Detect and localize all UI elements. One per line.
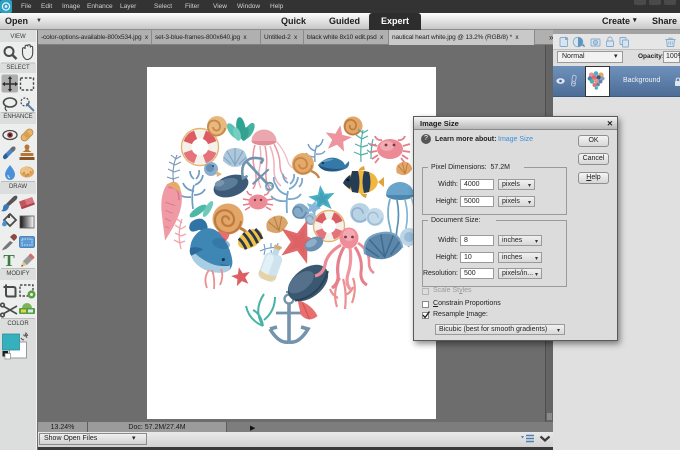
svg-text:T: T <box>3 251 15 270</box>
